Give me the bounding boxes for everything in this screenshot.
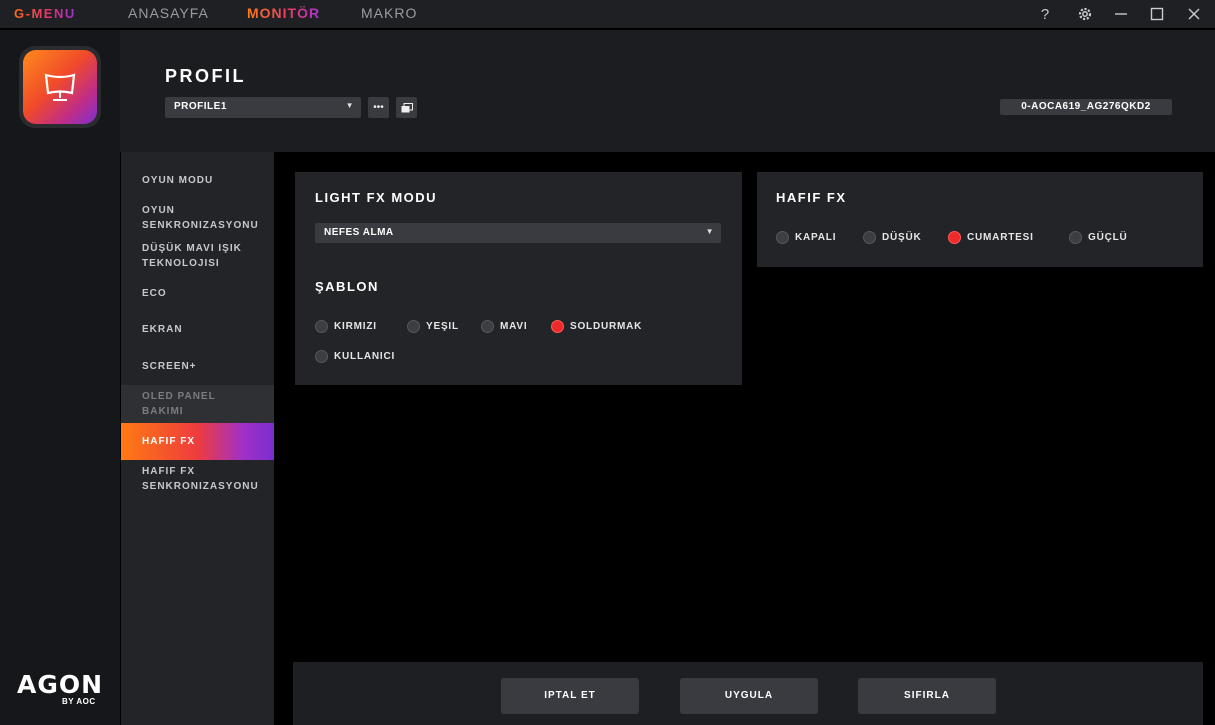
template-radio-kirmizi[interactable]: KIRMIZI [315,320,377,333]
sidebar-item-label: EKRAN [142,324,183,335]
radio-dot [315,320,328,333]
radio-label: SOLDURMAK [570,321,643,332]
side-menu: OYUN MODU OYUN SENKRONIZASYONU DÜŞÜK MAV… [121,152,274,725]
radio-label: GÜÇLÜ [1088,232,1128,243]
tab-monitor[interactable]: MONITÖR [247,5,320,21]
reset-button[interactable]: SIFIRLA [858,678,996,714]
profile-select[interactable]: PROFILE1 ▼ [165,97,361,118]
light-fx-mode-select[interactable]: NEFES ALMA ▼ [315,223,721,243]
monitor-model-badge: 0-AOCA619_AG276QKD2 [1000,99,1172,115]
light-fx-panel: LIGHT FX MODU NEFES ALMA ▼ ŞABLON KIRMIZ… [295,172,742,385]
chevron-down-icon: ▼ [345,101,354,110]
top-bar: G-MENU ANASAYFA MONITÖR MAKRO ? [0,0,1215,28]
sidebar-item-label: OYUN [142,205,175,216]
sidebar-item-ekran[interactable]: EKRAN [121,322,274,337]
radio-label: CUMARTESI [967,232,1034,243]
radio-dot [407,320,420,333]
aoc-logo: BY AOC [62,697,96,706]
radio-dot [315,350,328,363]
sidebar-item-label: SENKRONIZASYONU [142,481,259,492]
hafif-fx-radio-cumartesi[interactable]: CUMARTESI [948,231,1034,244]
sidebar-item-label: TEKNOLOJISI [142,258,220,269]
radio-dot [863,231,876,244]
hafif-fx-radio-kapali[interactable]: KAPALI [776,231,836,244]
radio-label: KULLANICI [334,351,396,362]
action-bar: IPTAL ET UYGULA SIFIRLA [293,662,1203,725]
sidebar-item-eco[interactable]: ECO [121,286,274,301]
apply-button[interactable]: UYGULA [680,678,818,714]
hafif-fx-panel: HAFIF FX KAPALI DÜŞÜK CUMARTESI GÜÇLÜ [757,172,1203,267]
profile-more-button[interactable]: ••• [368,97,389,118]
page-title: PROFIL [165,66,246,86]
brand-logo: G-MENU [14,6,76,21]
radio-dot-selected [551,320,564,333]
tab-anasayfa[interactable]: ANASAYFA [128,5,209,21]
radio-dot [776,231,789,244]
monitor-icon [44,73,76,101]
tab-makro[interactable]: MAKRO [361,5,417,21]
sidebar-item-oyun-modu[interactable]: OYUN MODU [121,173,274,188]
maximize-button[interactable] [1146,4,1168,24]
sidebar-item-label: HAFIF FX [142,436,195,447]
sidebar-item-label: OLED PANEL [142,391,216,402]
radio-label: KIRMIZI [334,321,377,332]
sidebar-item-dusuk-mavi-isik[interactable]: DÜŞÜK MAVI IŞIK TEKNOLOJISI [121,241,274,271]
more-icon: ••• [373,102,384,113]
radio-dot [481,320,494,333]
help-icon: ? [1040,5,1050,23]
sidebar-item-label: DÜŞÜK MAVI IŞIK [142,243,242,254]
light-fx-mode-title: LIGHT FX MODU [315,190,438,205]
chevron-down-icon: ▼ [705,227,714,236]
hafif-fx-radio-guclu[interactable]: GÜÇLÜ [1069,231,1128,244]
minimize-button[interactable] [1110,4,1132,24]
template-radio-yesil[interactable]: YEŞIL [407,320,459,333]
monitor-app-button[interactable] [19,46,101,128]
radio-label: KAPALI [795,232,837,243]
profile-select-value: PROFILE1 [174,101,227,112]
hafif-fx-radio-dusuk[interactable]: DÜŞÜK [863,231,922,244]
maximize-icon [1150,7,1164,21]
light-fx-mode-value: NEFES ALMA [324,227,394,238]
sidebar-item-label: SENKRONIZASYONU [142,220,259,231]
sidebar-item-label: BAKIMI [142,406,184,417]
help-button[interactable]: ? [1034,4,1056,24]
template-radio-mavi[interactable]: MAVI [481,320,527,333]
sidebar-item-label: SCREEN+ [142,361,197,372]
sidebar-item-screen-plus[interactable]: SCREEN+ [121,359,274,374]
minimize-icon [1115,13,1127,15]
copy-icon [401,102,413,112]
sidebar-item-label: OYUN MODU [142,175,214,186]
settings-button[interactable] [1074,4,1096,24]
radio-dot [1069,231,1082,244]
sidebar-item-label: ECO [142,288,167,299]
sidebar-item-oled-panel-bakimi: OLED PANEL BAKIMI [121,385,274,423]
profile-header: PROFIL PROFILE1 ▼ ••• 0-AOCA619_AG276QKD… [120,30,1215,152]
sidebar-item-hafif-fx-senkronizasyonu[interactable]: HAFIF FX SENKRONIZASYONU [121,464,274,494]
hafif-fx-title: HAFIF FX [776,190,847,205]
sidebar-item-oyun-senkronizasyonu[interactable]: OYUN SENKRONIZASYONU [121,203,274,233]
profile-copy-button[interactable] [396,97,417,118]
radio-label: YEŞIL [426,321,459,332]
close-icon [1188,8,1200,20]
agon-logo: AGON [17,670,104,699]
template-radio-kullanici[interactable]: KULLANICI [315,350,395,363]
template-radio-soldurmak[interactable]: SOLDURMAK [551,320,642,333]
radio-label: MAVI [500,321,528,332]
left-rail: AGON BY AOC [0,30,120,725]
gear-icon [1078,7,1092,21]
radio-label: DÜŞÜK [882,232,922,243]
sidebar-item-hafif-fx[interactable]: HAFIF FX [121,423,274,460]
close-button[interactable] [1183,4,1205,24]
radio-dot-selected [948,231,961,244]
cancel-button[interactable]: IPTAL ET [501,678,639,714]
sidebar-item-label: HAFIF FX [142,466,195,477]
template-title: ŞABLON [315,279,379,294]
